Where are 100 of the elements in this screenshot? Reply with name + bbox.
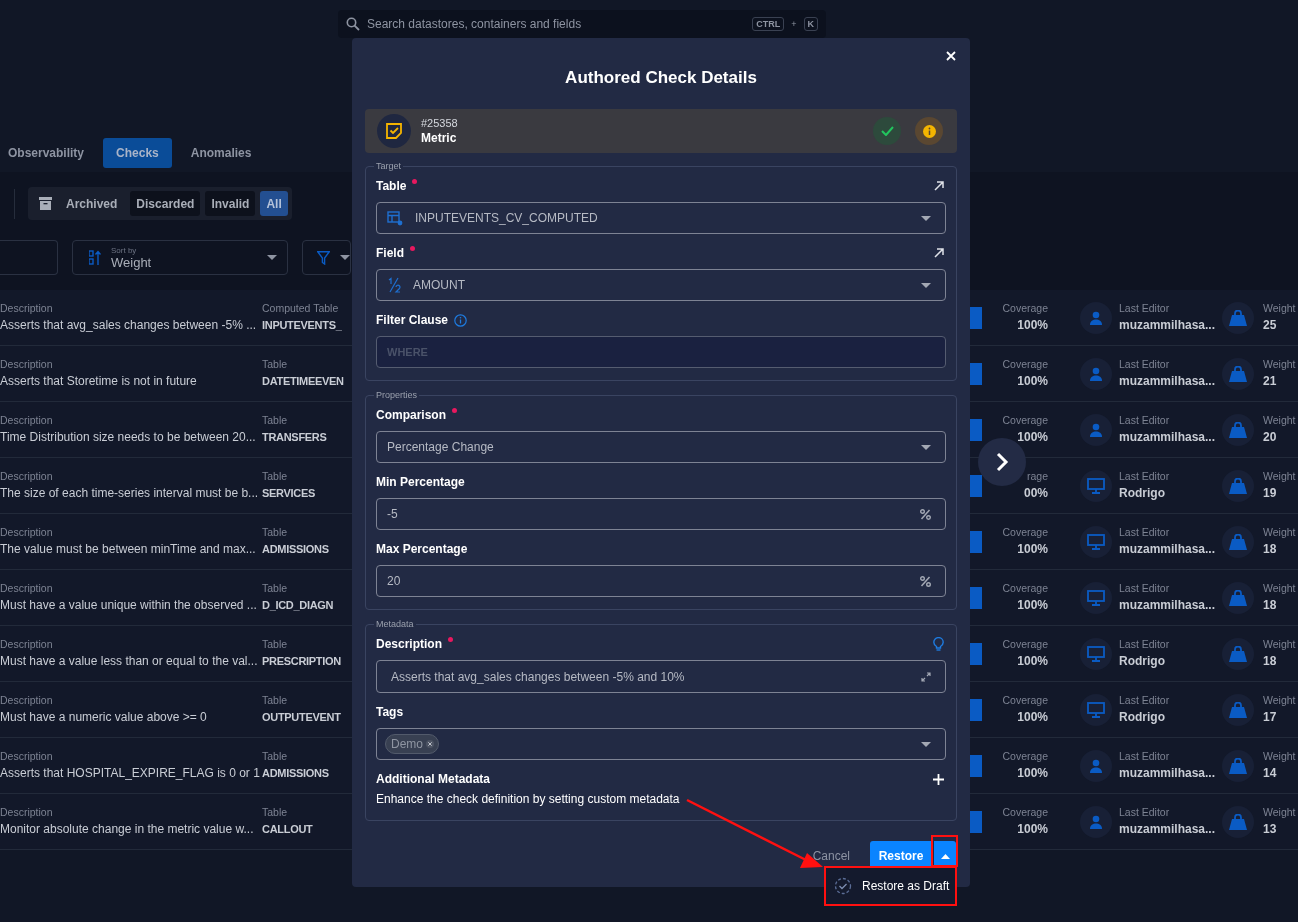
person-icon [1089, 758, 1103, 773]
weight-value: 19 [1263, 485, 1278, 501]
field-caption: Coverage [1002, 750, 1048, 763]
coverage-icon [970, 754, 982, 777]
check-description: The size of each time-series interval must be b... [0, 485, 260, 501]
percentage-input[interactable]: 20 [376, 565, 946, 597]
field-caption: Table [262, 526, 289, 539]
expand-icon[interactable] [921, 671, 931, 682]
percent-icon [920, 575, 931, 587]
coverage-value: 100% [1017, 541, 1048, 557]
person-icon [1089, 310, 1103, 325]
tab[interactable]: Anomalies [177, 138, 265, 168]
tab[interactable]: Checks [103, 138, 172, 168]
coverage-value: 100% [1017, 653, 1048, 669]
table-icon [387, 210, 403, 226]
field-caption: Table [262, 358, 289, 371]
person-icon [1089, 814, 1103, 829]
section-legend: Metadata [374, 619, 416, 630]
sort-value: Weight [111, 254, 153, 270]
archive-icon [39, 197, 52, 210]
coverage-value: 100% [1017, 821, 1048, 837]
coverage-icon [970, 418, 982, 441]
plus-icon[interactable] [933, 773, 944, 785]
weight-value: 20 [1263, 429, 1278, 445]
field-label: Additional Metadata [376, 772, 490, 786]
field-caption: Weight [1263, 526, 1296, 539]
tags-dropdown[interactable]: Demo [376, 728, 946, 760]
search-input[interactable]: Search datastores, containers and fields [367, 17, 746, 31]
weight-icon [1229, 533, 1247, 550]
percentage-input[interactable]: -5 [376, 498, 946, 530]
tab[interactable]: Observability [0, 138, 98, 168]
search-field[interactable] [0, 240, 58, 275]
field-caption: Description [0, 302, 54, 315]
editor-name: muzammilhasa... [1119, 429, 1217, 445]
check-type: Metric [421, 130, 458, 146]
percent-icon [920, 508, 931, 520]
coverage-icon [970, 810, 982, 833]
weight-icon [1229, 701, 1247, 718]
remove-icon[interactable] [426, 740, 434, 748]
field-caption: Weight [1263, 414, 1296, 427]
filter-button[interactable] [302, 240, 351, 275]
coverage-value: 100% [1017, 709, 1048, 725]
comparison-dropdown[interactable]: Percentage Change [376, 431, 946, 463]
check-description: Asserts that avg_sales changes between -5% ... [0, 317, 258, 333]
check-description: Must have a value unique within the observed ... [0, 597, 258, 613]
sort-dropdown[interactable]: Sort by Weight [72, 240, 288, 275]
fraction-icon [387, 277, 401, 293]
field-caption: Last Editor [1119, 302, 1171, 315]
filter-chip[interactable]: Invalid [205, 191, 256, 216]
field-caption: Computed Table [262, 302, 340, 315]
field-caption: Coverage [1002, 358, 1048, 371]
editor-name: Rodrigo [1119, 709, 1166, 725]
weight-icon [1229, 589, 1247, 606]
sort-caption: Sort by [111, 245, 138, 255]
description-input[interactable]: Asserts that avg_sales changes between -5% and 10% [376, 660, 946, 693]
field-caption: Coverage [1002, 638, 1048, 651]
table-dropdown[interactable]: INPUTEVENTS_CV_COMPUTED [376, 202, 946, 234]
close-button[interactable] [946, 51, 956, 61]
field-caption: Coverage [1002, 526, 1048, 539]
editor-name: Rodrigo [1119, 653, 1166, 669]
filter-chip[interactable]: All [260, 191, 288, 216]
field-caption: Description [0, 582, 54, 595]
open-link-icon[interactable] [934, 181, 944, 191]
menu-item[interactable]: Restore as Draft [826, 868, 956, 904]
table-name: INPUTEVENTS_ [262, 318, 343, 333]
weight-icon [1229, 813, 1247, 830]
table-name: ADMISSIONS [262, 766, 330, 781]
editor-name: muzammilhasa... [1119, 317, 1217, 333]
cancel-button[interactable]: Cancel [812, 849, 850, 863]
open-link-icon[interactable] [934, 248, 944, 258]
field-caption: Last Editor [1119, 694, 1171, 707]
table-name: SERVICES [262, 486, 317, 501]
field-caption: Table [262, 414, 289, 427]
caret-down-icon [921, 741, 931, 747]
field-label: Description [376, 637, 442, 651]
lightbulb-icon[interactable] [933, 636, 944, 652]
weight-value: 17 [1263, 709, 1278, 725]
field-caption: Description [0, 806, 54, 819]
caret-down-icon [921, 215, 931, 221]
weight-icon [1229, 365, 1247, 382]
coverage-value: 100% [1017, 597, 1048, 613]
filter-chip[interactable]: Discarded [130, 191, 201, 216]
field-caption: Weight [1263, 750, 1296, 763]
person-icon [1089, 422, 1103, 437]
field-caption: Weight [1263, 302, 1296, 315]
coverage-value: 100% [1017, 317, 1048, 333]
caret-down-icon [340, 255, 350, 260]
check-description: Must have a numeric value above >= 0 [0, 709, 208, 725]
search-field[interactable]: Search datastores, containers and fields CTRL + K [338, 10, 826, 38]
check-description: Asserts that HOSPITAL_EXPIRE_FLAG is 0 or 1 [0, 765, 261, 781]
weight-icon [1229, 757, 1247, 774]
field-label: Table [376, 179, 407, 193]
field-dropdown[interactable]: AMOUNT [376, 269, 946, 301]
field-caption: Table [262, 582, 289, 595]
coverage-icon [970, 306, 982, 329]
plus-sign: + [791, 19, 797, 29]
check-description: Time Distribution size needs to be between 20... [0, 429, 257, 445]
weight-icon [1229, 645, 1247, 662]
weight-value: 25 [1263, 317, 1278, 333]
field-caption: Table [262, 470, 289, 483]
